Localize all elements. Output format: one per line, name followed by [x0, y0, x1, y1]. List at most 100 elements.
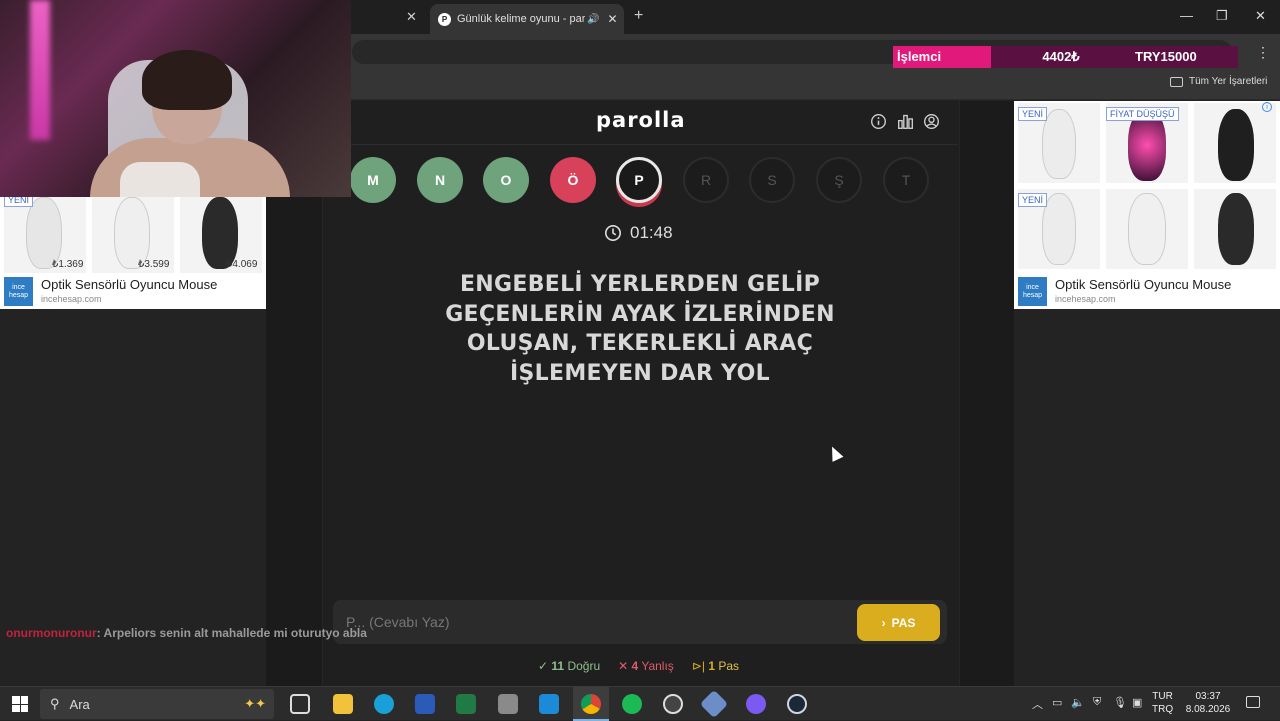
new-tab-icon[interactable]: +	[634, 7, 643, 25]
ad-title[interactable]: Optik Sensörlü Oyuncu Mouse	[41, 277, 217, 292]
task-view-icon[interactable]	[290, 694, 310, 714]
windows-start-icon[interactable]	[12, 696, 28, 712]
ad-info-icon[interactable]: i	[1262, 102, 1272, 112]
price-label: ₺3.599	[138, 259, 170, 270]
taskbar-search[interactable]: ⚲ Ara ✦✦	[40, 689, 274, 719]
letter-n: N	[417, 157, 463, 203]
all-bookmarks[interactable]: Tüm Yer İşaretleri	[1170, 76, 1267, 87]
answer-input[interactable]	[346, 612, 846, 632]
new-badge: YENİ	[1018, 193, 1048, 207]
lang-bottom: TRQ	[1152, 704, 1174, 715]
ticker-label: İşlemci	[893, 46, 991, 68]
ad-url: incehesap.com	[1055, 294, 1116, 304]
store-icon[interactable]	[539, 694, 559, 714]
parolla-favicon-icon: P	[438, 12, 451, 26]
clock-icon	[604, 224, 622, 242]
score-stats: ✓ 11 Doğru ✕ 4 Yanlış ⊳| 1 Pas	[538, 659, 739, 673]
clock[interactable]: 03:37 8.08.2026	[1182, 690, 1234, 716]
correct-stat: ✓ 11 Doğru	[538, 659, 600, 673]
browser-menu-icon[interactable]: ⋮	[1256, 44, 1270, 61]
tray-expand-icon[interactable]: ︿	[1032, 696, 1043, 712]
product-image[interactable]	[1106, 189, 1188, 269]
skip-icon: ⊳|	[691, 659, 705, 673]
app-icon[interactable]	[699, 689, 729, 719]
chevron-right-icon: ›	[881, 615, 886, 630]
wrong-stat: ✕ 4 Yanlış	[618, 659, 674, 673]
notification-icon[interactable]	[1246, 696, 1260, 708]
ad-footer[interactable]: ince hesap Optik Sensörlü Oyuncu Mouse i…	[1014, 273, 1280, 309]
product-image[interactable]: ₺3.599	[92, 193, 174, 273]
close-tab-icon[interactable]: ✕	[607, 12, 617, 26]
file-explorer-icon[interactable]	[333, 694, 353, 714]
pas-label: PAS	[891, 615, 916, 630]
ticker-price: 4402₺	[991, 46, 1131, 68]
network-icon[interactable]: ▣	[1132, 696, 1142, 709]
price-label: ₺4.069	[226, 259, 258, 270]
price-drop-badge: FİYAT DÜŞÜŞÜ	[1106, 107, 1179, 121]
steam-icon[interactable]	[787, 694, 807, 714]
volume-icon[interactable]: 🔈	[1071, 696, 1085, 709]
lang-top: TUR	[1152, 691, 1173, 702]
folder-icon	[1170, 76, 1183, 87]
timer-value: 01:48	[630, 223, 673, 242]
incehesap-logo: ince hesap	[4, 277, 33, 306]
ad-right-products[interactable]: YENİ FİYAT DÜŞÜŞÜ YENİ i	[1014, 101, 1280, 271]
search-icon: ⚲	[50, 696, 60, 711]
excel-icon[interactable]	[456, 694, 476, 714]
product-image[interactable]	[1194, 189, 1276, 269]
chrome-icon[interactable]	[581, 694, 601, 714]
webcam-overlay	[0, 0, 351, 197]
letter-o-umlaut: Ö	[550, 157, 596, 203]
product-image[interactable]: ₺4.069	[180, 193, 262, 273]
language-indicator[interactable]: TUR TRQ	[1152, 690, 1173, 716]
pas-button[interactable]: › PAS	[857, 604, 940, 641]
all-bookmarks-label: Tüm Yer İşaretleri	[1189, 76, 1268, 87]
clock-time: 03:37	[1195, 691, 1221, 702]
ad-footer[interactable]: ince hesap Optik Sensörlü Oyuncu Mouse i…	[0, 273, 266, 309]
letter-s-cedilla: Ş	[816, 157, 862, 203]
product-image[interactable]	[1194, 103, 1276, 183]
clock-date: 8.08.2026	[1185, 704, 1231, 715]
audio-icon[interactable]: 🔊	[587, 14, 599, 25]
close-tab-icon[interactable]: ✕	[406, 9, 417, 25]
search-label: Ara	[69, 696, 90, 712]
profile-icon[interactable]	[923, 113, 940, 130]
letter-t: T	[883, 157, 929, 203]
ad-title[interactable]: Optik Sensörlü Oyuncu Mouse	[1055, 277, 1231, 292]
chat-message: onurmonuronur: Arpeliors senin alt mahal…	[6, 626, 367, 640]
letter-o: O	[483, 157, 529, 203]
pass-stat: ⊳| 1 Pas	[692, 659, 739, 673]
timer: 01:48	[604, 223, 673, 243]
battery-icon[interactable]: ▭	[1052, 696, 1062, 709]
stats-icon[interactable]	[897, 113, 914, 130]
letter-s: S	[749, 157, 795, 203]
calculator-icon[interactable]	[498, 694, 518, 714]
new-badge: YENİ	[1018, 107, 1048, 121]
ad-right[interactable]: YENİ FİYAT DÜŞÜŞÜ YENİ i ince hesap Opti…	[1014, 101, 1280, 309]
tab-active[interactable]: P Günlük kelime oyunu - parolla 🔊 ✕	[430, 4, 624, 34]
chat-text: : Arpeliors senin alt mahallede mi oturu…	[96, 626, 367, 640]
streamer	[90, 50, 290, 197]
tab-title: Günlük kelime oyunu - parolla	[457, 13, 585, 25]
edge-icon[interactable]	[374, 694, 394, 714]
ad-url: incehesap.com	[41, 294, 102, 304]
copilot-sparkle-icon[interactable]: ✦✦	[244, 696, 266, 712]
word-icon[interactable]	[415, 694, 435, 714]
microphone-icon[interactable]: 🎙	[1113, 696, 1127, 709]
obs-icon[interactable]	[663, 694, 683, 714]
pass-label: Pas	[718, 659, 740, 673]
discord-icon[interactable]	[746, 694, 766, 714]
header-divider	[350, 144, 958, 145]
parolla-logo[interactable]: parolla	[596, 108, 686, 132]
close-window-icon[interactable]: ✕	[1255, 8, 1266, 24]
price-label: ₺1.369	[52, 259, 84, 270]
neon-light	[30, 0, 50, 140]
maximize-icon[interactable]: ❐	[1216, 8, 1228, 24]
minimize-icon[interactable]: —	[1180, 8, 1193, 23]
spotify-icon[interactable]	[622, 694, 642, 714]
price-ticker: İşlemci 4402₺ TRY15000	[893, 46, 1238, 68]
info-icon[interactable]	[870, 113, 887, 130]
security-icon[interactable]: ⛨	[1093, 696, 1101, 709]
question-text: ENGEBELİ YERLERDEN GELİP GEÇENLERİN AYAK…	[445, 272, 835, 386]
chat-username: onurmonuronur	[6, 626, 97, 640]
